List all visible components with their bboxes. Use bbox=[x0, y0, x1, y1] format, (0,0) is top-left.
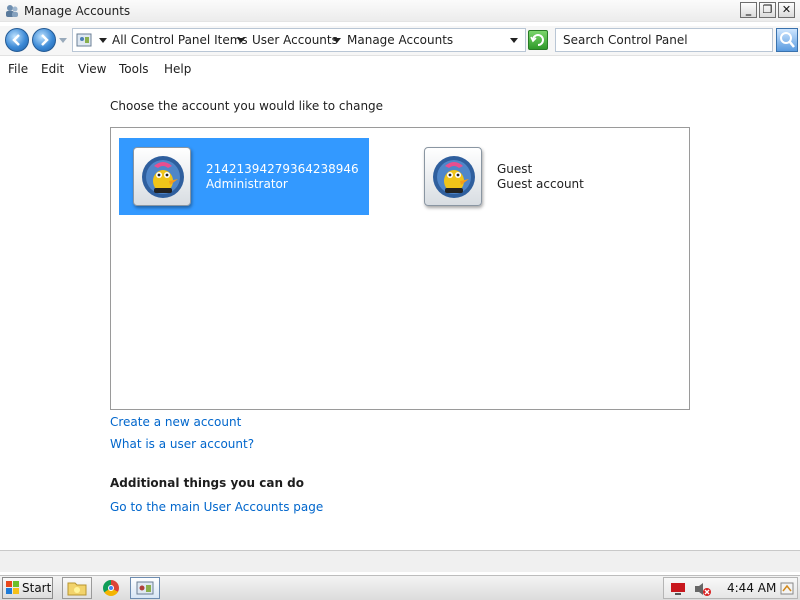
account-avatar bbox=[133, 147, 191, 206]
control-panel-icon bbox=[76, 33, 92, 47]
back-arrow-icon bbox=[12, 34, 20, 46]
start-button[interactable]: Start bbox=[2, 577, 53, 599]
search-input[interactable]: Search Control Panel bbox=[555, 28, 773, 52]
accounts-list: 2142139427936423894​6 Administrator bbox=[110, 127, 690, 410]
account-avatar bbox=[424, 147, 482, 206]
refresh-button[interactable] bbox=[528, 30, 548, 50]
forward-button[interactable] bbox=[32, 28, 56, 52]
create-new-account-link[interactable]: Create a new account bbox=[110, 415, 241, 429]
search-placeholder: Search Control Panel bbox=[563, 33, 688, 47]
menu-edit[interactable]: Edit bbox=[41, 62, 64, 76]
breadcrumb-separator[interactable] bbox=[333, 38, 341, 43]
search-button[interactable] bbox=[776, 28, 798, 52]
folder-icon bbox=[67, 582, 87, 596]
account-type: Administrator bbox=[206, 177, 288, 191]
additional-things-heading: Additional things you can do bbox=[110, 476, 305, 490]
account-type: Guest account bbox=[497, 177, 584, 191]
taskbar-explorer-button[interactable] bbox=[62, 577, 92, 599]
page-heading: Choose the account you would like to cha… bbox=[110, 99, 384, 113]
clock: 4:44 AM bbox=[727, 581, 777, 595]
back-button[interactable] bbox=[5, 28, 29, 52]
taskbar-manage-accounts-button[interactable] bbox=[130, 577, 160, 599]
volume-muted-icon[interactable] bbox=[694, 581, 712, 597]
title-bar: Manage Accounts _ ❐ ✕ bbox=[0, 0, 800, 22]
breadcrumb-all-control-panel-items[interactable]: All Control Panel Items bbox=[112, 33, 248, 47]
account-name: Guest bbox=[497, 162, 533, 176]
status-bar bbox=[0, 550, 800, 572]
menu-help[interactable]: Help bbox=[164, 62, 191, 76]
breadcrumb-user-accounts[interactable]: User Accounts bbox=[252, 33, 338, 47]
account-tile-administrator[interactable]: 2142139427936423894​6 Administrator bbox=[119, 138, 369, 215]
refresh-icon bbox=[530, 34, 544, 46]
menu-file[interactable]: File bbox=[8, 62, 28, 76]
breadcrumb-root-arrow[interactable] bbox=[99, 38, 107, 43]
breadcrumb-separator[interactable] bbox=[237, 38, 245, 43]
recent-pages-dropdown[interactable] bbox=[59, 38, 67, 43]
user-picture-icon bbox=[433, 156, 475, 198]
forward-arrow-icon bbox=[41, 34, 49, 46]
window-title: Manage Accounts bbox=[24, 4, 131, 18]
menu-tools[interactable]: Tools bbox=[119, 62, 149, 76]
menu-bar: File Edit View Tools Help bbox=[0, 58, 800, 80]
manage-accounts-window: Manage Accounts _ ❐ ✕ All Control Panel … bbox=[0, 0, 800, 575]
breadcrumb-manage-accounts[interactable]: Manage Accounts bbox=[347, 33, 453, 47]
taskbar: Start 4:44 AM bbox=[0, 575, 800, 600]
show-desktop-icon[interactable] bbox=[779, 581, 795, 597]
control-panel-icon bbox=[136, 581, 154, 595]
system-tray: 4:44 AM bbox=[663, 577, 798, 599]
user-picture-icon bbox=[142, 156, 184, 198]
main-user-accounts-page-link[interactable]: Go to the main User Accounts page bbox=[110, 500, 323, 514]
start-label: Start bbox=[22, 581, 52, 595]
address-history-dropdown[interactable] bbox=[510, 38, 518, 43]
minimize-button[interactable]: _ bbox=[740, 2, 757, 18]
user-accounts-icon bbox=[6, 5, 18, 17]
chrome-icon[interactable] bbox=[103, 580, 119, 596]
address-bar[interactable]: All Control Panel Items User Accounts Ma… bbox=[72, 28, 526, 52]
windows-logo-icon bbox=[6, 581, 19, 594]
close-button[interactable]: ✕ bbox=[778, 2, 795, 18]
restore-button[interactable]: ❐ bbox=[759, 2, 776, 18]
menu-view[interactable]: View bbox=[78, 62, 106, 76]
account-tile-guest[interactable]: Guest Guest account bbox=[410, 138, 660, 215]
search-icon bbox=[780, 32, 795, 48]
network-warning-icon[interactable] bbox=[670, 581, 686, 597]
account-name: 2142139427936423894​6 bbox=[206, 162, 359, 176]
navigation-bar: All Control Panel Items User Accounts Ma… bbox=[0, 26, 800, 56]
what-is-user-account-link[interactable]: What is a user account? bbox=[110, 437, 254, 451]
